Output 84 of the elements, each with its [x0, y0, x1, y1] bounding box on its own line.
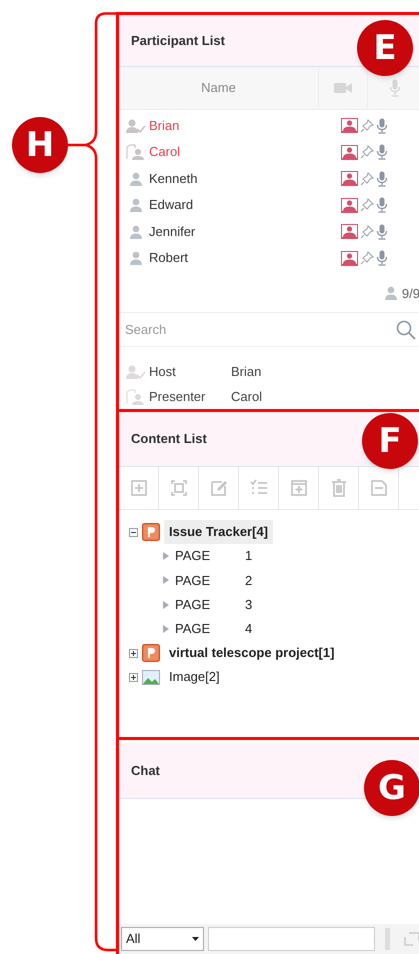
user-icon: [129, 251, 143, 266]
microphone-icon[interactable]: [376, 144, 388, 160]
microphone-icon: [389, 79, 401, 98]
expand-icon[interactable]: [129, 648, 138, 658]
callout-badge: G: [364, 760, 419, 816]
role-holder: Brian: [231, 362, 262, 381]
minus-document-icon: [368, 478, 388, 498]
video-camera-icon: [334, 82, 352, 94]
participant-row[interactable]: Robert: [119, 244, 419, 272]
video-person-icon[interactable]: [341, 118, 358, 134]
role-label: Presenter: [149, 388, 206, 406]
participant-row[interactable]: Jennifer: [119, 218, 419, 245]
pin-icon[interactable]: [360, 198, 374, 212]
participant-name: Kenneth: [149, 170, 198, 188]
send-icon[interactable]: [404, 932, 419, 946]
participant-row[interactable]: Kenneth: [119, 165, 419, 192]
page-label[interactable]: PAGE: [175, 619, 239, 639]
video-person-icon[interactable]: [341, 250, 358, 266]
participant-name: Jennifer: [149, 222, 196, 241]
panel-title: Content List: [131, 430, 207, 448]
presentation-file-icon: [142, 644, 160, 662]
pin-icon[interactable]: [360, 224, 374, 239]
microphone-icon[interactable]: [376, 118, 388, 134]
video-person-icon[interactable]: [341, 144, 358, 160]
user-check-icon: [126, 118, 146, 134]
microphone-icon[interactable]: [376, 197, 388, 214]
video-person-icon[interactable]: [341, 224, 358, 240]
participant-name: Carol: [149, 143, 182, 162]
microphone-icon[interactable]: [376, 224, 388, 240]
image-file-icon: [142, 670, 160, 685]
presentation-file-icon: [142, 523, 160, 541]
caret-icon[interactable]: [163, 600, 169, 609]
collapse-icon[interactable]: [129, 528, 138, 536]
microphone-icon[interactable]: [376, 250, 388, 266]
recipient-dropdown[interactable]: All: [121, 927, 204, 951]
page-number: 2: [245, 572, 252, 590]
edit-icon: [208, 478, 228, 498]
caret-icon: [192, 937, 199, 941]
plus-document-icon: [128, 478, 148, 498]
pin-icon[interactable]: [360, 172, 374, 186]
participant-row[interactable]: Carol: [119, 138, 419, 166]
frame-icon: [168, 478, 188, 498]
tree-item[interactable]: virtual telescope project[1]: [164, 641, 340, 665]
search-field[interactable]: Search: [125, 320, 396, 340]
microphone-icon[interactable]: [376, 170, 388, 187]
add-window-icon: [288, 478, 308, 498]
user-check-icon: [126, 364, 146, 380]
user-icon: [129, 198, 143, 212]
user-document-icon: [126, 388, 146, 405]
video-person-icon[interactable]: [341, 198, 358, 213]
panel-title: Participant List: [131, 32, 225, 50]
pin-icon[interactable]: [360, 118, 374, 133]
page-number: 3: [245, 596, 252, 614]
callout-badge: H: [12, 117, 68, 173]
pin-icon[interactable]: [360, 251, 374, 266]
user-icon: [384, 286, 398, 300]
page-label[interactable]: PAGE: [175, 570, 239, 590]
page-number: 1: [245, 547, 252, 566]
participant-name: Brian: [149, 116, 180, 135]
user-icon: [129, 224, 143, 239]
participant-name: Edward: [149, 196, 194, 214]
participant-row[interactable]: Edward: [119, 192, 419, 218]
user-icon: [129, 172, 143, 186]
message-field[interactable]: [208, 927, 375, 951]
caret-icon[interactable]: [163, 625, 169, 634]
role-holder: Carol: [231, 388, 262, 406]
expand-icon[interactable]: [129, 672, 138, 682]
page-number: 4: [245, 620, 252, 638]
tree-item[interactable]: Issue Tracker[4]: [164, 520, 274, 544]
tree-item[interactable]: Image[2]: [164, 665, 225, 689]
participant-name: Robert: [149, 249, 190, 268]
caret-icon[interactable]: [163, 576, 169, 584]
page-label[interactable]: PAGE: [175, 546, 239, 566]
panel-title: Chat: [131, 762, 160, 780]
participant-count: 9/9: [402, 284, 419, 303]
participant-row[interactable]: Brian: [119, 112, 419, 139]
dropdown-value: All: [126, 930, 140, 948]
user-document-icon: [126, 144, 146, 160]
role-label: Host: [149, 362, 177, 381]
pin-icon[interactable]: [360, 145, 374, 160]
page-label[interactable]: PAGE: [175, 594, 239, 614]
search-icon[interactable]: [396, 320, 416, 340]
video-person-icon[interactable]: [341, 171, 358, 186]
caret-icon[interactable]: [163, 552, 169, 560]
